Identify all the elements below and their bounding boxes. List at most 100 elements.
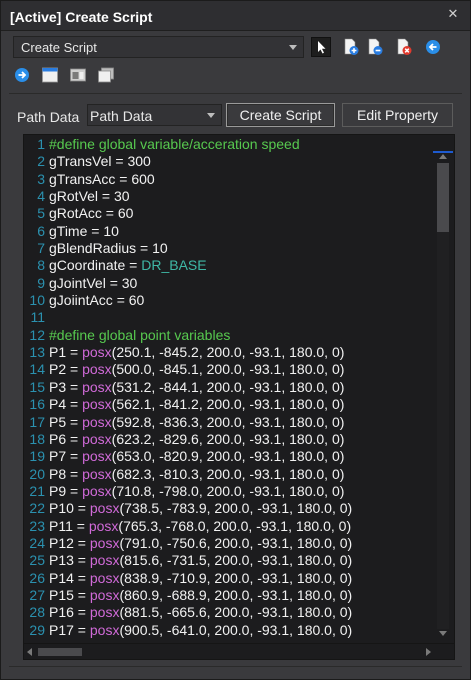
line-number: 17 (29, 413, 45, 430)
code-line[interactable]: 27 P15 = posx(860.9, -688.9, 200.0, -93.1… (24, 587, 434, 604)
code-text: gTransAcc = 600 (49, 171, 155, 188)
code-token: P13 = (49, 552, 90, 569)
code-text: P7 = posx(653.0, -820.9, 200.0, -93.1, 1… (49, 448, 344, 465)
vertical-scrollbar[interactable] (435, 153, 451, 641)
line-number: 16 (29, 396, 45, 413)
code-token: gRotAcc = 60 (49, 205, 134, 222)
code-text: gCoordinate = DR_BASE (49, 257, 207, 274)
code-token: P2 = (49, 361, 83, 378)
title-bar: [Active] Create Script ✕ (1, 1, 470, 31)
line-number: 24 (29, 534, 45, 551)
line-number: 15 (29, 378, 45, 395)
code-text: gTransVel = 300 (49, 153, 151, 170)
code-text: #define global point variables (49, 327, 230, 344)
code-line[interactable]: 17 P5 = posx(592.8, -836.3, 200.0, -93.1,… (24, 414, 434, 431)
code-line[interactable]: 5 gRotAcc = 60 (24, 205, 434, 222)
copy-window-icon[interactable] (96, 65, 116, 85)
back-arrow-icon[interactable] (423, 37, 443, 57)
code-line[interactable]: 29 P17 = posx(900.5, -641.0, 200.0, -93.1… (24, 622, 434, 639)
scroll-thumb[interactable] (437, 163, 449, 232)
code-token: P5 = (49, 413, 83, 430)
code-constant: DR_BASE (141, 257, 207, 274)
code-token: P3 = (49, 378, 83, 395)
code-text: P3 = posx(531.2, -844.1, 200.0, -93.1, 1… (49, 379, 344, 396)
code-token: (900.5, -641.0, 200.0, -93.1, 180.0, 0) (119, 621, 353, 638)
script-editor[interactable]: 1 #define global variable/acceration spee… (23, 134, 455, 644)
horizontal-scrollbar[interactable] (23, 644, 455, 660)
forward-arrow-icon[interactable] (12, 65, 32, 85)
code-function: posx (82, 361, 112, 378)
code-token: (881.5, -665.6, 200.0, -93.1, 180.0, 0) (119, 604, 353, 621)
code-line[interactable]: 3 gTransAcc = 600 (24, 171, 434, 188)
code-text: gTime = 10 (49, 223, 119, 240)
path-data-selected: Path Data (90, 108, 153, 124)
code-line[interactable]: 7 gBlendRadius = 10 (24, 240, 434, 257)
code-line[interactable]: 4 gRotVel = 30 (24, 188, 434, 205)
line-number: 9 (37, 274, 45, 291)
panel-icon[interactable] (68, 65, 88, 85)
code-line[interactable]: 22 P10 = posx(738.5, -783.9, 200.0, -93.1… (24, 500, 434, 517)
code-line[interactable]: 13 P1 = posx(250.1, -845.2, 200.0, -93.1,… (24, 344, 434, 361)
line-number: 6 (37, 222, 45, 239)
script-type-dropdown[interactable]: Create Script (13, 36, 304, 58)
code-line[interactable]: 15 P3 = posx(531.2, -844.1, 200.0, -93.1,… (24, 379, 434, 396)
code-text: P17 = posx(900.5, -641.0, 200.0, -93.1, … (49, 622, 352, 639)
code-text: P2 = posx(500.0, -845.1, 200.0, -93.1, 1… (49, 361, 344, 378)
edit-property-button[interactable]: Edit Property (342, 103, 453, 127)
line-number: 8 (37, 257, 45, 274)
code-line[interactable]: 26 P14 = posx(838.9, -710.9, 200.0, -93.1… (24, 570, 434, 587)
code-text: gJointVel = 30 (49, 275, 137, 292)
window-icon[interactable] (40, 65, 60, 85)
code-line[interactable]: 19 P7 = posx(653.0, -820.9, 200.0, -93.1,… (24, 448, 434, 465)
scroll-right-icon[interactable] (426, 648, 431, 656)
code-line[interactable]: 2 gTransVel = 300 (24, 153, 434, 170)
code-line[interactable]: 28 P16 = posx(881.5, -665.6, 200.0, -93.1… (24, 604, 434, 621)
code-line[interactable]: 8 gCoordinate = DR_BASE (24, 257, 434, 274)
code-token: P11 = (49, 517, 89, 534)
line-number: 18 (29, 430, 45, 447)
code-line[interactable]: 23 P11 = posx(765.3, -768.0, 200.0, -93.1… (24, 518, 434, 535)
code-line[interactable]: 20 P8 = posx(682.3, -810.3, 200.0, -93.1,… (24, 466, 434, 483)
code-function: posx (89, 552, 120, 569)
code-line[interactable]: 25 P13 = posx(815.6, -731.5, 200.0, -93.1… (24, 552, 434, 569)
code-token: (860.9, -688.9, 200.0, -93.1, 180.0, 0) (119, 586, 353, 603)
code-token: gJoiintAcc = 60 (49, 292, 145, 309)
code-token: gTransAcc = 600 (49, 170, 155, 187)
code-function: posx (82, 396, 112, 413)
create-script-button[interactable]: Create Script (226, 103, 335, 127)
code-line[interactable]: 6 gTime = 10 (24, 223, 434, 240)
close-icon[interactable]: ✕ (446, 7, 460, 21)
line-number: 12 (29, 326, 45, 343)
code-token: (562.1, -841.2, 200.0, -93.1, 180.0, 0) (111, 396, 345, 413)
scroll-up-icon[interactable] (439, 154, 447, 159)
line-number: 29 (29, 621, 45, 638)
code-line[interactable]: 16 P4 = posx(562.1, -841.2, 200.0, -93.1,… (24, 396, 434, 413)
path-data-dropdown[interactable]: Path Data (87, 104, 222, 126)
add-document-icon[interactable] (341, 37, 361, 57)
line-number: 21 (29, 482, 45, 499)
pointer-icon[interactable] (311, 37, 331, 57)
horizontal-scroll-thumb[interactable] (38, 648, 82, 656)
code-comment: #define global point variables (49, 326, 231, 343)
scroll-track[interactable] (437, 163, 449, 629)
code-line[interactable]: 12 #define global point variables (24, 327, 434, 344)
code-line[interactable]: 9 gJointVel = 30 (24, 275, 434, 292)
code-line[interactable]: 11 (24, 309, 434, 326)
code-function: posx (82, 378, 112, 395)
code-line[interactable]: 24 P12 = posx(791.0, -750.6, 200.0, -93.1… (24, 535, 434, 552)
delete-document-icon[interactable] (394, 37, 414, 57)
code-token: (653.0, -820.9, 200.0, -93.1, 180.0, 0) (111, 448, 345, 465)
code-line[interactable]: 1 #define global variable/acceration spee… (24, 136, 434, 153)
code-line[interactable]: 21 P9 = posx(710.8, -798.0, 200.0, -93.1,… (24, 483, 434, 500)
remove-document-icon[interactable] (365, 37, 385, 57)
code-token: P8 = (49, 465, 83, 482)
code-token: (592.8, -836.3, 200.0, -93.1, 180.0, 0) (111, 413, 345, 430)
scroll-down-icon[interactable] (439, 631, 447, 636)
path-data-label: Path Data (17, 109, 80, 125)
code-line[interactable]: 10 gJoiintAcc = 60 (24, 292, 434, 309)
code-function: posx (89, 534, 120, 551)
code-line[interactable]: 18 P6 = posx(623.2, -829.6, 200.0, -93.1,… (24, 431, 434, 448)
scroll-left-icon[interactable] (27, 648, 32, 656)
divider (9, 93, 462, 94)
code-line[interactable]: 14 P2 = posx(500.0, -845.1, 200.0, -93.1,… (24, 361, 434, 378)
